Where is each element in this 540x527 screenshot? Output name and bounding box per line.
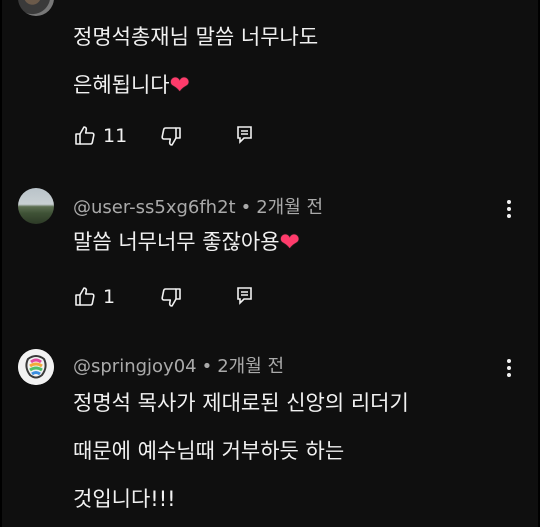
like-button[interactable]: 1 xyxy=(73,285,115,309)
reply-button[interactable] xyxy=(235,124,255,146)
comment-line: 것입니다!!! xyxy=(73,487,176,511)
thumb-up-icon xyxy=(75,126,95,145)
thumb-down-icon xyxy=(161,127,181,146)
comment-line: 정명석총재님 말씀 너무나도 xyxy=(73,25,319,49)
comment-line-with-emoji: 은혜됩니다❤ xyxy=(73,61,318,109)
more-vert-icon xyxy=(507,359,511,363)
more-button[interactable] xyxy=(499,356,519,380)
comment-text: 말씀 너무너무 좋잖아용❤ xyxy=(73,218,300,266)
comment-meta: @springjoy04 • 2개월 전 xyxy=(73,352,284,378)
avatar[interactable] xyxy=(18,349,54,385)
more-vert-icon-dot xyxy=(507,366,511,370)
comment-author[interactable]: @springjoy04 xyxy=(73,356,197,377)
meta-separator: • xyxy=(240,197,252,218)
dislike-button[interactable] xyxy=(159,285,183,309)
thumb-up-icon xyxy=(75,287,95,306)
comment-text: 정명석총재님 말씀 너무나도 은혜됩니다❤ xyxy=(73,13,318,109)
avatar[interactable] xyxy=(18,188,54,224)
comment-text: 정명석 목사가 제대로된 신앙의 리더기 때문에 예수님때 거부하듯 하는 것입… xyxy=(73,379,409,523)
comment-line: 말씀 너무너무 좋잖아용 xyxy=(73,230,280,254)
dislike-button[interactable] xyxy=(159,124,183,148)
reply-button[interactable] xyxy=(235,285,255,307)
more-vert-icon-dot xyxy=(507,207,511,211)
comment-meta: @user-ss5xg6fh2t • 2개월 전 xyxy=(73,193,323,219)
comment-time: 2개월 전 xyxy=(217,356,285,377)
more-button[interactable] xyxy=(499,197,519,221)
heart-emoji: ❤ xyxy=(169,71,190,99)
more-vert-icon xyxy=(507,200,511,204)
more-vert-icon-dot xyxy=(507,214,511,218)
avatar-image xyxy=(18,349,54,385)
comment-line: 정명석 목사가 제대로된 신앙의 리더기 xyxy=(73,391,409,415)
meta-separator: • xyxy=(201,356,213,377)
more-vert-icon-dot xyxy=(507,373,511,377)
comment-line-with-emoji: 말씀 너무너무 좋잖아용❤ xyxy=(73,218,300,266)
comment-time: 2개월 전 xyxy=(256,197,324,218)
heart-emoji: ❤ xyxy=(279,228,300,256)
comment-line: 은혜됩니다 xyxy=(73,73,170,97)
reply-icon xyxy=(237,126,252,144)
comment-line: 때문에 예수님때 거부하듯 하는 xyxy=(73,439,345,463)
comments-panel: 정명석총재님 말씀 너무나도 은혜됩니다❤ 11 @user-ss5xg6fh2… xyxy=(2,0,538,527)
thumb-down-icon xyxy=(161,288,181,307)
like-count: 1 xyxy=(103,286,116,308)
like-count: 11 xyxy=(103,125,128,147)
like-button[interactable]: 11 xyxy=(73,124,127,148)
comment-author[interactable]: @user-ss5xg6fh2t xyxy=(73,197,236,218)
avatar[interactable] xyxy=(18,0,54,16)
reply-icon xyxy=(237,287,252,305)
